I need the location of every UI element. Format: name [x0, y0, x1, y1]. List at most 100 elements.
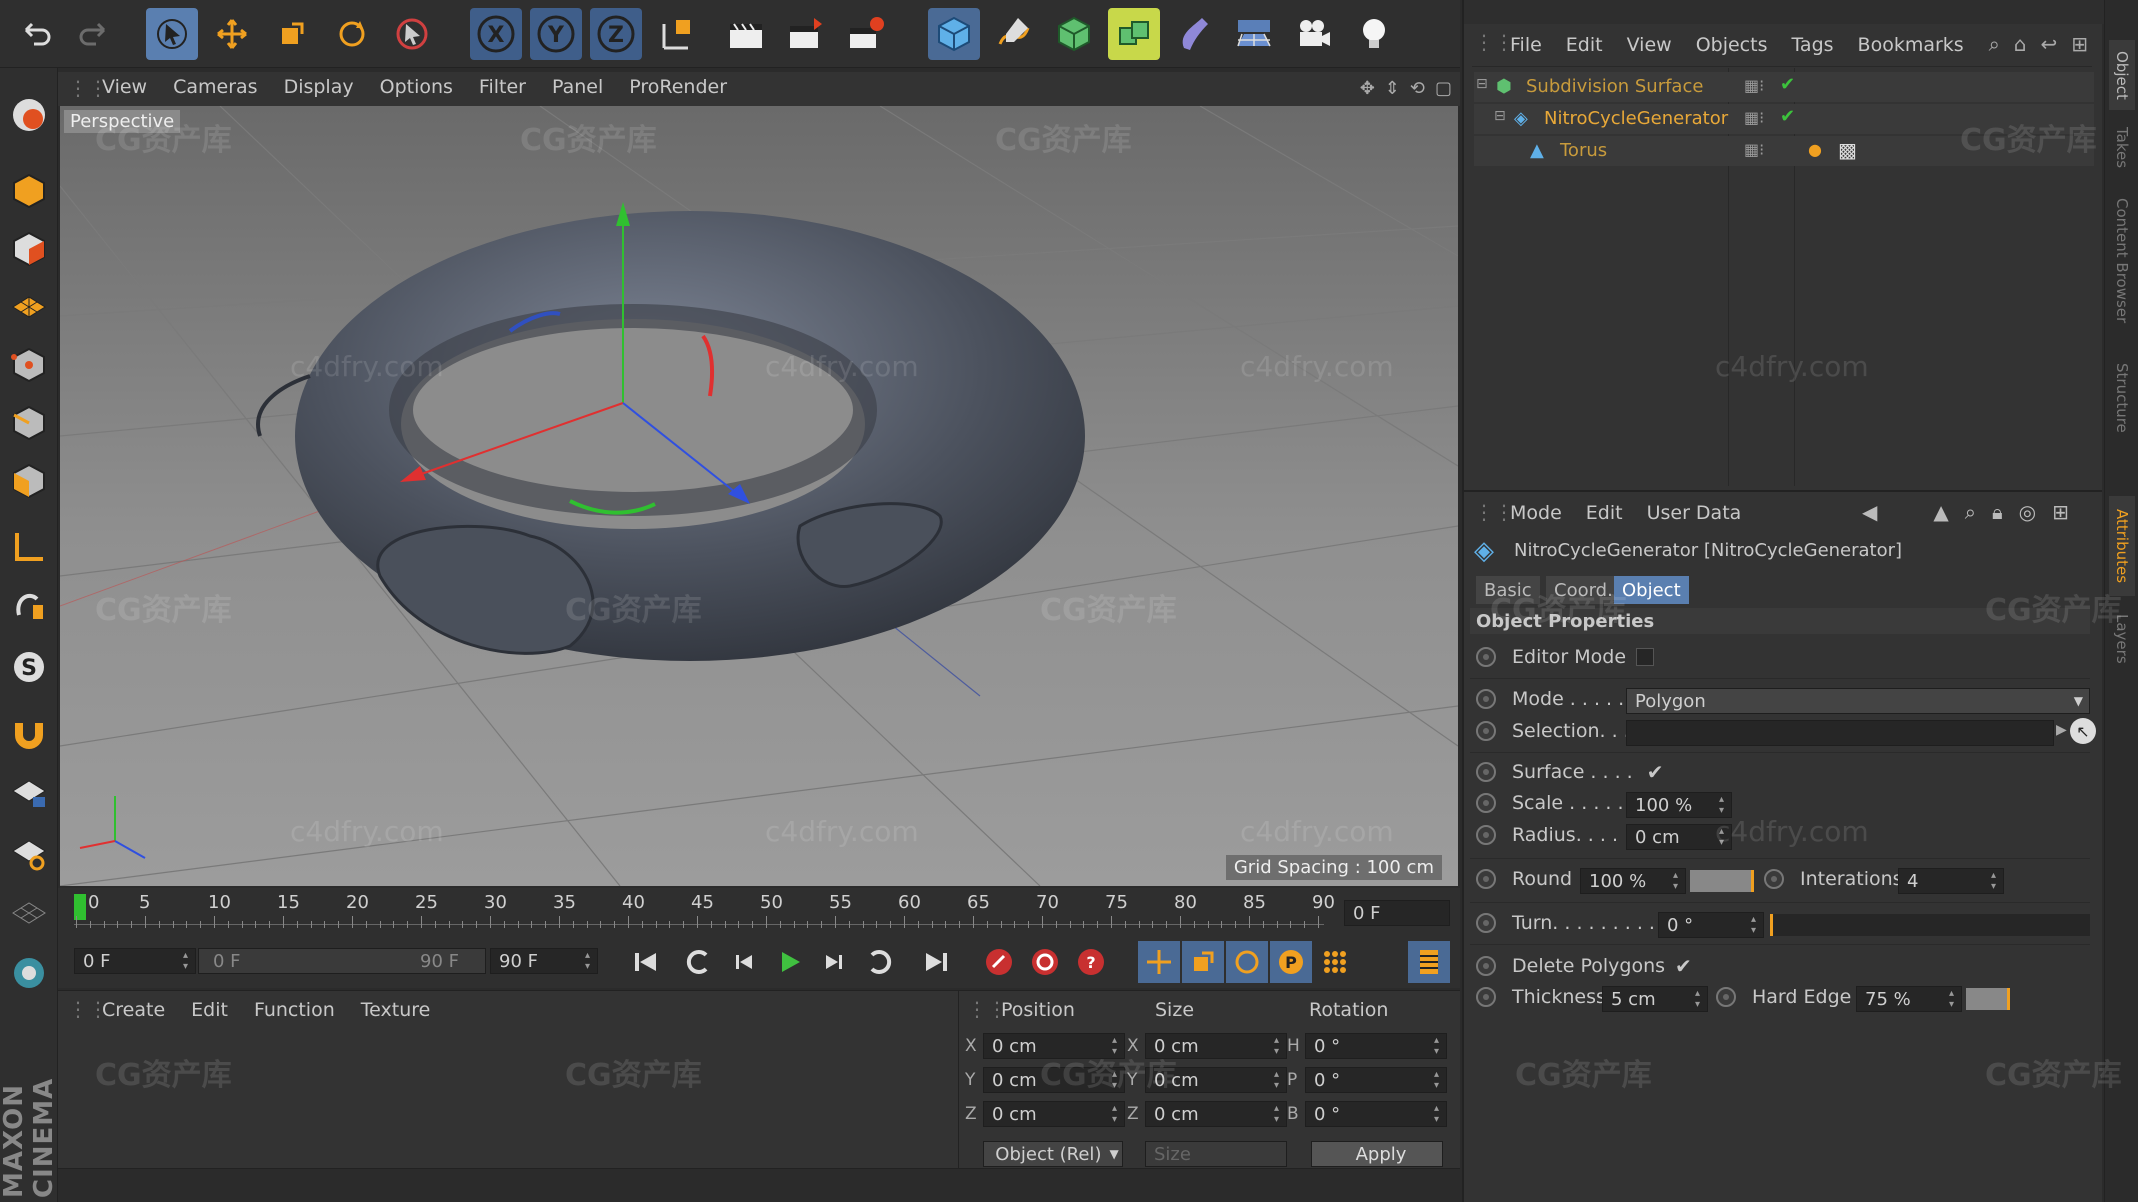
axis-mode-icon[interactable] — [4, 522, 54, 572]
menu-panel[interactable]: Panel — [552, 76, 603, 98]
pen-spline-icon[interactable] — [988, 8, 1040, 60]
tree-row[interactable]: ⊟ ⬢ Subdivision Surface ▦⁝ ✔ — [1474, 72, 2094, 102]
size-field[interactable]: 0 cm — [1145, 1067, 1287, 1093]
animate-radio-icon[interactable] — [1476, 689, 1496, 709]
menu-edit[interactable]: Edit — [191, 999, 228, 1021]
position-field[interactable]: 0 cm — [983, 1033, 1125, 1059]
y-axis-icon[interactable]: Y — [530, 8, 582, 60]
menu-view[interactable]: View — [1627, 34, 1672, 56]
menu-bookmarks[interactable]: Bookmarks — [1858, 34, 1964, 56]
apply-button[interactable]: Apply — [1311, 1141, 1443, 1167]
rotation-field[interactable]: 0 ° — [1305, 1067, 1447, 1093]
position-field[interactable]: 0 cm — [983, 1067, 1125, 1093]
chevron-right-icon[interactable]: ▶ — [2056, 722, 2067, 738]
new-panel-icon[interactable]: ⊞ — [2052, 500, 2069, 524]
torus-object[interactable] — [256, 211, 1085, 661]
plugin-icon[interactable] — [4, 948, 54, 998]
cube-object-icon[interactable] — [928, 8, 980, 60]
tab-layers-side[interactable]: Layers — [2109, 604, 2135, 674]
tab-attributes-side[interactable]: Attributes — [2109, 496, 2135, 596]
key-parameter-icon[interactable]: P — [1270, 941, 1312, 983]
object-name[interactable]: Torus — [1560, 140, 1607, 161]
x-axis-icon[interactable]: X — [470, 8, 522, 60]
home-icon[interactable]: ⌂ — [2014, 32, 2027, 56]
tab-object-side[interactable]: Object — [2109, 40, 2135, 110]
rotate-icon[interactable] — [326, 8, 378, 60]
selection-link-field[interactable] — [1626, 720, 2054, 746]
live-selection-icon[interactable] — [146, 8, 198, 60]
z-axis-icon[interactable]: Z — [590, 8, 642, 60]
delete-polygons-checkbox-checked-icon[interactable]: ✔ — [1675, 954, 1692, 978]
scale-field[interactable]: 100 % — [1626, 792, 1732, 818]
animate-radio-icon[interactable] — [1716, 987, 1736, 1007]
animate-radio-icon[interactable] — [1476, 987, 1496, 1007]
thickness-field[interactable]: 5 cm — [1602, 986, 1708, 1012]
round-slider[interactable] — [1690, 870, 1754, 892]
snap-magnet-icon[interactable] — [4, 708, 54, 758]
workplane-lock-icon[interactable] — [4, 768, 54, 818]
panel-grip-icon[interactable]: ⋮⋮ — [1474, 30, 1514, 54]
key-position-icon[interactable] — [1138, 941, 1180, 983]
radius-field[interactable]: 0 cm — [1626, 824, 1732, 850]
pick-object-icon[interactable]: ↖ — [2070, 718, 2096, 744]
hard-edge-slider[interactable] — [1966, 988, 2010, 1010]
rotation-field[interactable]: 0 ° — [1305, 1101, 1447, 1127]
size-field[interactable]: 0 cm — [1145, 1033, 1287, 1059]
animate-radio-icon[interactable] — [1476, 721, 1496, 741]
menu-edit[interactable]: Edit — [1586, 502, 1623, 524]
key-scale-icon[interactable] — [1182, 941, 1224, 983]
tab-object[interactable]: Object — [1614, 576, 1689, 604]
animate-radio-icon[interactable] — [1476, 956, 1496, 976]
menu-create[interactable]: Create — [102, 999, 165, 1021]
move-icon[interactable] — [206, 8, 258, 60]
key-point-level-icon[interactable] — [1314, 941, 1356, 983]
model-mode-icon[interactable] — [4, 166, 54, 216]
keyframe-selection-icon[interactable]: ? — [1070, 941, 1112, 983]
new-panel-icon[interactable]: ⊞ — [2071, 32, 2088, 56]
autokeying-icon[interactable] — [1024, 941, 1066, 983]
record-keys-icon[interactable] — [978, 941, 1020, 983]
dolly-view-icon[interactable]: ⇕ — [1385, 78, 1400, 99]
search-icon[interactable]: ⌕ — [1989, 32, 2000, 56]
solo-mode-icon[interactable]: S — [4, 642, 54, 692]
light-icon[interactable] — [1348, 8, 1400, 60]
end-frame-field[interactable]: 90 F — [490, 948, 598, 974]
phong-tag-icon[interactable]: ● — [1808, 140, 1822, 159]
render-view-icon[interactable] — [720, 8, 772, 60]
grid-icon[interactable] — [4, 888, 54, 938]
orbit-view-icon[interactable]: ⟲ — [1410, 78, 1425, 99]
deformer-icon[interactable] — [1168, 8, 1220, 60]
position-field[interactable]: 0 cm — [983, 1101, 1125, 1127]
go-to-start-icon[interactable] — [624, 941, 666, 983]
tweak-mode-icon[interactable] — [4, 580, 54, 630]
size-mode-select[interactable]: Size — [1145, 1141, 1287, 1167]
hard-edge-field[interactable]: 75 % — [1856, 986, 1962, 1012]
menu-cameras[interactable]: Cameras — [173, 76, 257, 98]
polygons-mode-icon[interactable] — [4, 456, 54, 506]
tree-row[interactable]: ▲ Torus ▦⁝ ● ▩ — [1474, 136, 2094, 166]
up-arrow-icon[interactable]: ▲ — [1933, 500, 1948, 524]
visibility-dots-icon[interactable]: ▦⁝ — [1744, 76, 1764, 95]
menu-user-data[interactable]: User Data — [1647, 502, 1742, 524]
animate-radio-icon[interactable] — [1764, 869, 1784, 889]
tab-content-browser-side[interactable]: Content Browser — [2109, 186, 2135, 336]
visibility-dots-icon[interactable]: ▦⁝ — [1744, 108, 1764, 127]
menu-view[interactable]: View — [102, 76, 147, 98]
collapse-icon[interactable]: ⊟ — [1494, 108, 1506, 124]
scale-icon[interactable] — [266, 8, 318, 60]
frame-range-slider[interactable]: 0 F 90 F — [198, 948, 486, 974]
texture-mode-icon[interactable] — [4, 224, 54, 274]
next-key-icon[interactable] — [860, 941, 902, 983]
object-name[interactable]: Subdivision Surface — [1526, 76, 1703, 97]
undo-icon[interactable] — [10, 8, 62, 60]
target-icon[interactable]: ◎ — [2019, 500, 2036, 524]
menu-tags[interactable]: Tags — [1791, 34, 1833, 56]
viewport-3d[interactable]: Perspective Grid Spacing : 100 cm — [60, 106, 1458, 886]
edges-mode-icon[interactable] — [4, 398, 54, 448]
menu-edit[interactable]: Edit — [1566, 34, 1603, 56]
menu-options[interactable]: Options — [380, 76, 453, 98]
key-rotation-icon[interactable] — [1226, 941, 1268, 983]
points-mode-icon[interactable] — [4, 340, 54, 390]
coordinate-system-icon[interactable] — [652, 8, 704, 60]
tab-structure-side[interactable]: Structure — [2109, 348, 2135, 448]
